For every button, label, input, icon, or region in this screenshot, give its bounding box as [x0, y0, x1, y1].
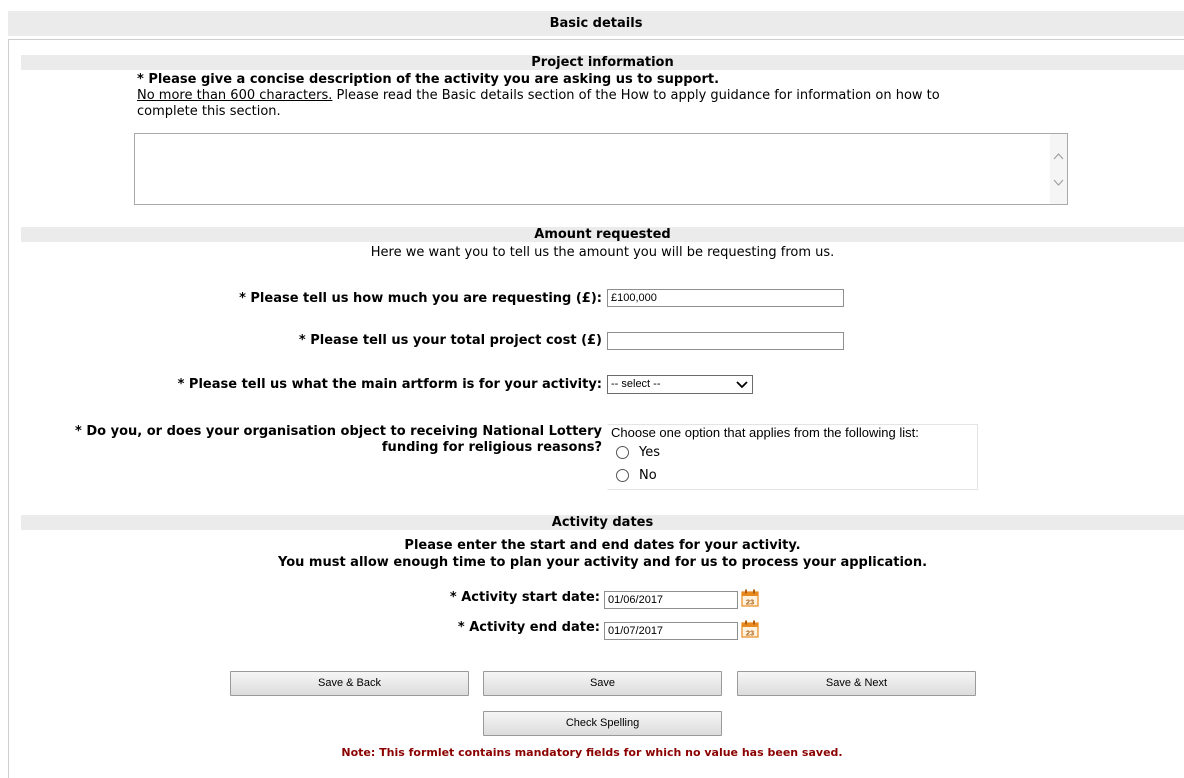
radio-yes-label[interactable]: Yes: [639, 445, 660, 460]
save-next-button[interactable]: Save & Next: [737, 671, 976, 696]
requesting-amount-label: * Please tell us how much you are reques…: [239, 291, 602, 306]
religious-objection-label: * Do you, or does your organisation obje…: [75, 424, 602, 439]
radio-no[interactable]: [616, 469, 629, 482]
activity-dates-heading: Activity dates: [21, 515, 1184, 530]
calendar-icon[interactable]: 23: [741, 589, 759, 607]
options-prompt: Choose one option that applies from the …: [611, 425, 919, 440]
end-date-label: * Activity end date:: [457, 620, 600, 635]
chevron-down-icon: [736, 381, 748, 389]
artform-selected-value: -- select --: [611, 378, 661, 390]
requesting-amount-input[interactable]: £100,000: [607, 289, 844, 307]
calendar-icon[interactable]: 23: [741, 620, 759, 638]
description-guidance: No more than 600 characters. Please read…: [137, 88, 1097, 103]
start-date-input[interactable]: 01/06/2017: [604, 591, 738, 609]
scroll-up-icon[interactable]: [1053, 151, 1064, 162]
radio-no-label[interactable]: No: [639, 468, 657, 483]
textarea-scrollbar[interactable]: [1050, 134, 1067, 204]
guidance-text: Please read the Basic details section of…: [332, 88, 940, 103]
save-button[interactable]: Save: [483, 671, 722, 696]
save-back-button[interactable]: Save & Back: [230, 671, 469, 696]
total-cost-label: * Please tell us your total project cost…: [298, 333, 602, 348]
start-date-label: * Activity start date:: [449, 590, 600, 605]
total-cost-input[interactable]: [607, 332, 844, 350]
calendar-day-text: 23: [746, 629, 754, 638]
dates-instruction-line2: You must allow enough time to plan your …: [277, 555, 928, 570]
scroll-down-icon[interactable]: [1053, 177, 1064, 188]
artform-label: * Please tell us what the main artform i…: [177, 377, 602, 392]
religious-objection-label-line2: funding for religious reasons?: [381, 440, 602, 455]
end-date-input[interactable]: 01/07/2017: [604, 622, 738, 640]
page-title: Basic details: [8, 11, 1184, 36]
page: Basic details Project information * Plea…: [0, 0, 1184, 778]
mandatory-fields-note: Note: This formlet contains mandatory fi…: [341, 746, 843, 759]
dates-instruction-line1: Please enter the start and end dates for…: [404, 538, 801, 553]
calendar-day-text: 23: [746, 598, 754, 607]
guidance-text-continued: complete this section.: [137, 104, 281, 119]
amount-requested-heading: Amount requested: [21, 227, 1184, 242]
amount-intro: Here we want you to tell us the amount y…: [370, 245, 835, 260]
description-textarea[interactable]: [134, 133, 1068, 205]
religious-objection-options: Choose one option that applies from the …: [607, 424, 978, 490]
character-limit-text: No more than 600 characters.: [137, 88, 333, 103]
project-information-heading: Project information: [21, 55, 1184, 70]
check-spelling-button[interactable]: Check Spelling: [483, 711, 722, 736]
description-question: * Please give a concise description of t…: [137, 72, 720, 87]
artform-select[interactable]: -- select --: [607, 375, 753, 394]
radio-yes[interactable]: [616, 446, 629, 459]
